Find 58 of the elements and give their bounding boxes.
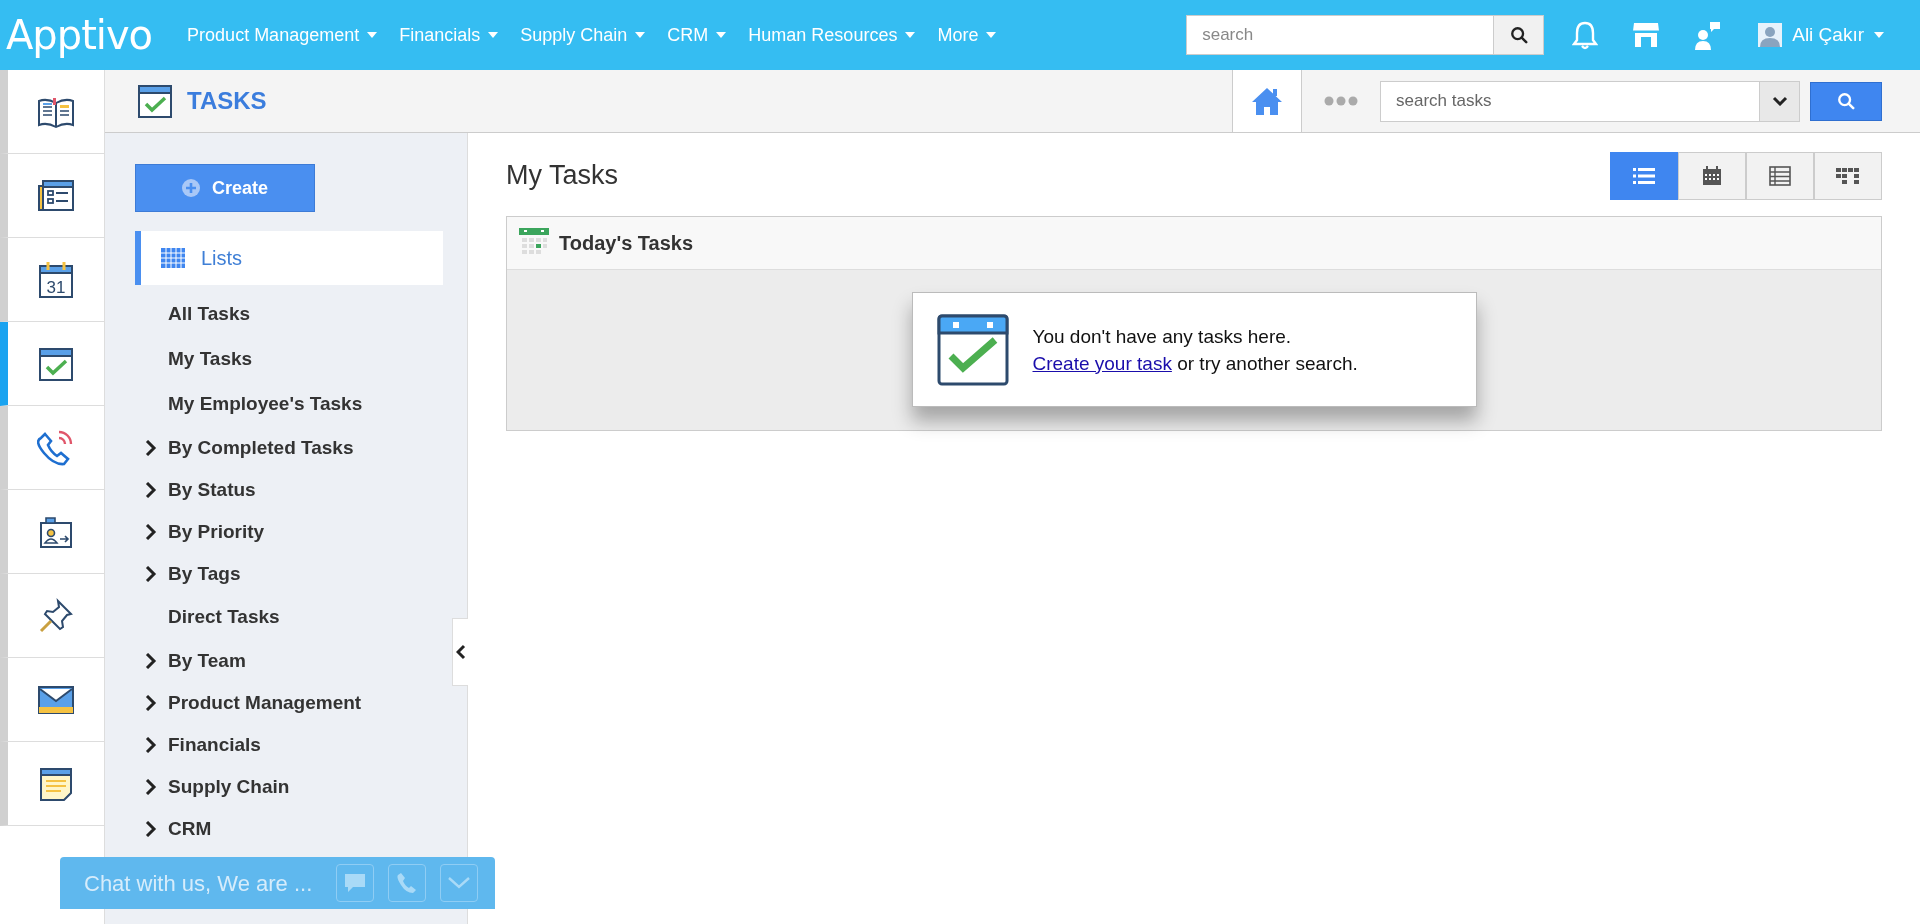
- view-toggle-button[interactable]: [1610, 151, 1678, 200]
- more-dots-icon[interactable]: [1324, 96, 1358, 106]
- sidebar-list-item[interactable]: CRM: [168, 814, 212, 844]
- dropdown-toggle[interactable]: [1760, 80, 1800, 122]
- collapse-sidebar-button[interactable]: [452, 618, 468, 686]
- sidebar-list-item[interactable]: All Tasks: [168, 300, 251, 329]
- view-toggle-button[interactable]: [1746, 151, 1814, 200]
- caret-icon: [367, 32, 378, 38]
- view-toggle-button[interactable]: [1678, 151, 1746, 200]
- speech-bubble-icon: [344, 873, 367, 893]
- sidebar-list-item[interactable]: By Team: [168, 646, 246, 676]
- caret-icon: [635, 32, 646, 38]
- calendar-icon: [1702, 165, 1722, 186]
- section-label: Lists: [201, 246, 243, 271]
- search-icon: [1509, 26, 1528, 44]
- app-title: TASKS: [187, 86, 267, 116]
- grid-table-icon: [161, 248, 185, 268]
- task-check-icon: [936, 313, 1009, 386]
- sidebar-list-item[interactable]: By Tags: [168, 559, 241, 589]
- caret-icon: [488, 32, 499, 38]
- grid-icon: [1836, 167, 1860, 184]
- sidebar-list-item[interactable]: Supply Chain: [168, 772, 290, 802]
- chevron-left-icon: [455, 644, 466, 660]
- sidebar-list-item[interactable]: Direct Tasks: [168, 603, 280, 632]
- caret-icon: [905, 32, 916, 38]
- plus-circle-icon: [182, 179, 200, 197]
- caret-icon: [1874, 32, 1884, 38]
- sidebar-list-item[interactable]: Financials: [168, 730, 261, 760]
- sidebar-list-item[interactable]: My Employee's Tasks: [168, 390, 363, 419]
- view-toggle-button[interactable]: [1814, 151, 1882, 200]
- pushpin-icon: [38, 597, 74, 634]
- contact-card-icon: [38, 514, 74, 549]
- list-icon: [1633, 166, 1655, 185]
- empty-hint: or try another search.: [1176, 352, 1358, 374]
- page-title: My Tasks: [506, 159, 619, 193]
- caret-icon: [716, 32, 727, 38]
- sidebar-list-item[interactable]: By Priority: [168, 517, 265, 547]
- search-icon: [1837, 92, 1855, 110]
- sidebar-list-item[interactable]: By Status: [168, 475, 256, 505]
- table-icon: [1769, 165, 1791, 186]
- home-button[interactable]: [1232, 70, 1302, 132]
- global-search-field[interactable]: search: [1186, 15, 1495, 55]
- sidebar-list-item[interactable]: By Completed Tasks: [168, 433, 354, 463]
- lists-section-tab[interactable]: Lists: [135, 231, 443, 285]
- chevron-down-icon: [448, 877, 471, 889]
- caret-icon: [986, 32, 997, 38]
- chat-prompt: Chat with us, We are ...: [84, 869, 313, 898]
- sidebar-list-item[interactable]: My Tasks: [168, 345, 253, 374]
- create-task-link[interactable]: Create your task: [1032, 352, 1172, 374]
- empty-message: You don't have any tasks here.: [1032, 324, 1293, 349]
- sidebar-list-item[interactable]: Product Management: [168, 688, 362, 718]
- envelope-icon: [37, 683, 75, 716]
- panel-title: Today's Tasks: [559, 231, 694, 256]
- task-search-field[interactable]: search tasks: [1380, 80, 1760, 122]
- chevron-down-icon: [1771, 96, 1788, 106]
- open-book-icon: [37, 95, 75, 128]
- phone-icon: [397, 872, 418, 894]
- home-icon: [1251, 86, 1283, 116]
